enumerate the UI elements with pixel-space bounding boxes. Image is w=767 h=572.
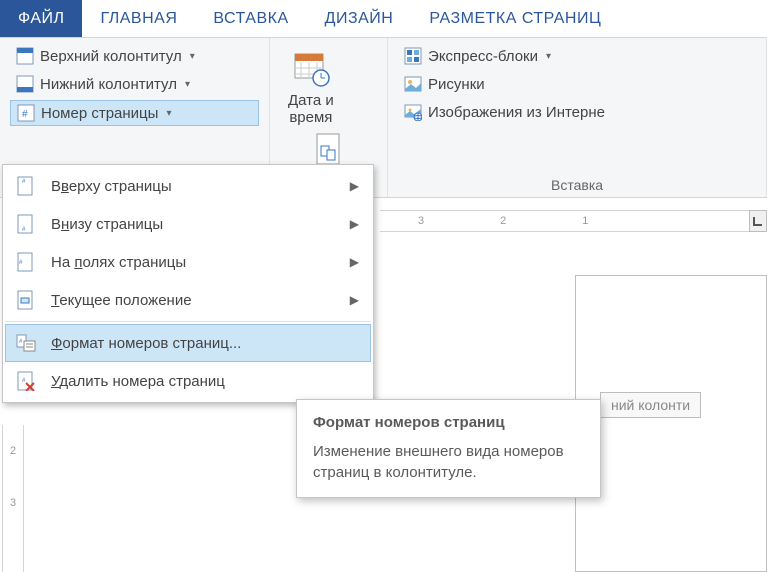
dropdown-arrow-icon: ▾ [166, 108, 171, 119]
remove-page-numbers-icon: # [15, 371, 37, 391]
menu-label: Текущее положение [51, 292, 192, 309]
document-page[interactable] [575, 275, 767, 572]
page-number-dropdown: # Вверху страницы ▶ # Внизу страницы ▶ #… [2, 164, 374, 403]
page-margins-icon: # [15, 252, 37, 272]
footer-button[interactable]: Нижний колонтитул ▾ [10, 72, 259, 96]
online-pictures-label: Изображения из Интерне [428, 104, 605, 121]
menu-bottom-of-page[interactable]: # Внизу страницы ▶ [5, 205, 371, 243]
ruler-tick: 3 [10, 477, 16, 529]
header-button[interactable]: Верхний колонтитул ▾ [10, 44, 259, 68]
dropdown-arrow-icon: ▾ [190, 51, 195, 62]
dropdown-arrow-icon: ▾ [546, 51, 551, 62]
menu-format-page-numbers[interactable]: # Формат номеров страниц... [5, 324, 371, 362]
header-label: Верхний колонтитул [40, 48, 182, 65]
menu-label: Формат номеров страниц... [51, 335, 241, 352]
page-bottom-icon: # [15, 214, 37, 234]
tooltip-body: Изменение внешнего вида номеров страниц … [313, 441, 584, 483]
submenu-arrow-icon: ▶ [350, 293, 359, 307]
footer-icon [16, 75, 34, 93]
ruler-tick: 3 [380, 215, 462, 227]
tab-stop-icon [753, 216, 763, 226]
menu-label: Вверху страницы [51, 178, 172, 195]
quick-parts-icon [404, 47, 422, 65]
tooltip-title: Формат номеров страниц [313, 414, 584, 431]
menu-remove-page-numbers[interactable]: # Удалить номера страниц [5, 362, 371, 400]
tab-selector[interactable] [749, 210, 767, 232]
ruler-tick: 2 [462, 215, 544, 227]
header-area-tag: ний колонти [600, 392, 701, 418]
quick-parts-label: Экспресс-блоки [428, 48, 538, 65]
insert-group-label: Вставка [398, 173, 756, 193]
ribbon-tabs: ФАЙЛ ГЛАВНАЯ ВСТАВКА ДИЗАЙН РАЗМЕТКА СТР… [0, 0, 767, 38]
dropdown-arrow-icon: ▾ [185, 79, 190, 90]
tooltip: Формат номеров страниц Изменение внешнег… [296, 399, 601, 498]
tab-home[interactable]: ГЛАВНАЯ [82, 0, 195, 37]
ruler-tick: 1 [544, 215, 626, 227]
menu-top-of-page[interactable]: # Вверху страницы ▶ [5, 167, 371, 205]
menu-current-position[interactable]: Текущее положение ▶ [5, 281, 371, 319]
online-pictures-button[interactable]: Изображения из Интерне [398, 100, 756, 124]
online-pictures-icon [404, 103, 422, 121]
header-icon [16, 47, 34, 65]
page-top-icon: # [15, 176, 37, 196]
tab-design[interactable]: ДИЗАЙН [307, 0, 412, 37]
pictures-button[interactable]: Рисунки [398, 72, 756, 96]
menu-separator [5, 321, 371, 322]
tab-insert[interactable]: ВСТАВКА [195, 0, 306, 37]
format-page-numbers-icon: # [15, 333, 37, 353]
date-time-icon [291, 48, 331, 88]
footer-label: Нижний колонтитул [40, 76, 177, 93]
submenu-arrow-icon: ▶ [350, 217, 359, 231]
tab-page-layout[interactable]: РАЗМЕТКА СТРАНИЦ [411, 0, 619, 37]
group-insert: Экспресс-блоки ▾ Рисунки Изображения из … [388, 38, 767, 197]
current-position-icon [15, 290, 37, 310]
menu-page-margins[interactable]: # На полях страницы ▶ [5, 243, 371, 281]
menu-label: Внизу страницы [51, 216, 163, 233]
submenu-arrow-icon: ▶ [350, 255, 359, 269]
tab-file[interactable]: ФАЙЛ [0, 0, 82, 37]
page-number-icon: # [17, 104, 35, 122]
date-time-label-1: Дата и [288, 92, 334, 109]
menu-label: Удалить номера страниц [51, 373, 225, 390]
svg-text:#: # [22, 109, 28, 120]
ruler-tick: 2 [10, 425, 16, 477]
page-number-button[interactable]: # Номер страницы ▾ [10, 100, 259, 126]
ruler-horizontal[interactable]: 3 2 1 [380, 210, 767, 232]
date-time-label-2: время [289, 109, 332, 126]
date-time-button[interactable]: Дата и время [280, 44, 342, 126]
quick-parts-button[interactable]: Экспресс-блоки ▾ [398, 44, 756, 68]
ruler-vertical[interactable]: 2 3 [2, 425, 24, 572]
menu-label: На полях страницы [51, 254, 186, 271]
pictures-label: Рисунки [428, 76, 485, 93]
submenu-arrow-icon: ▶ [350, 179, 359, 193]
pictures-icon [404, 75, 422, 93]
page-number-label: Номер страницы [41, 105, 158, 122]
